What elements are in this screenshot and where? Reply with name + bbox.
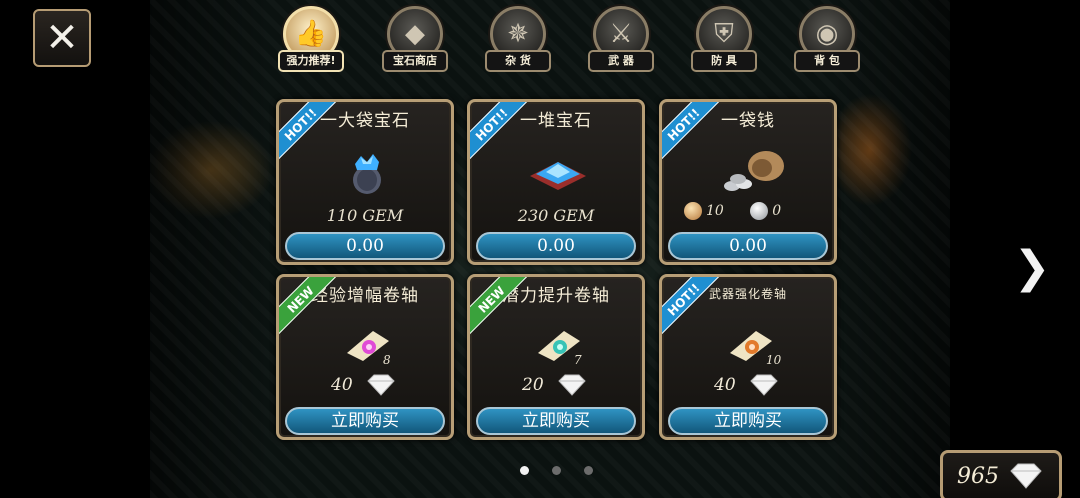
gold-coin-icon: [684, 202, 702, 220]
chevron-right-icon: ❯: [1013, 242, 1051, 293]
tab-armor[interactable]: ⛨ 防 具: [691, 6, 757, 74]
silver-amount: 0: [772, 203, 782, 219]
thumbs-up-icon: 👍: [294, 19, 328, 49]
sword-icon: ⚔: [609, 19, 633, 49]
page-indicator: [520, 466, 600, 478]
price-button[interactable]: 0.00: [285, 232, 445, 260]
shop-card-gem-bag[interactable]: 一大袋宝石 HOT!! 110 GEM 0.00: [276, 99, 454, 265]
gem-jar-icon: [353, 154, 381, 194]
gem-amount: 230 GEM: [517, 206, 595, 225]
item-quantity: 10: [766, 353, 782, 367]
tab-misc[interactable]: ✵ 杂 货: [485, 6, 551, 74]
close-button[interactable]: ✕: [33, 9, 91, 67]
tab-recommended[interactable]: 👍 强力推荐!: [278, 6, 344, 74]
shield-icon: ⛨: [714, 18, 734, 49]
diamond-icon: [367, 374, 395, 396]
tab-label: 防 具: [691, 50, 757, 72]
coin-row: 10 0: [684, 202, 814, 224]
tab-gem-shop[interactable]: ◆ 宝石商店: [382, 6, 448, 74]
buy-now-button[interactable]: 立即购买: [476, 407, 636, 435]
shop-card-money-bag[interactable]: 一袋钱 HOT!! 10 0 0.00: [659, 99, 837, 265]
price-button[interactable]: 0.00: [668, 232, 828, 260]
gem-price-value: 40: [714, 375, 736, 395]
gem-price-value: 20: [522, 375, 544, 395]
tab-label: 杂 货: [485, 50, 551, 72]
tab-weapons[interactable]: ⚔ 武 器: [588, 6, 654, 74]
diamond-icon: [750, 374, 778, 396]
buy-now-button[interactable]: 立即购买: [668, 407, 828, 435]
gem-amount: 110 GEM: [326, 206, 404, 225]
money-bag-icon: [724, 151, 784, 191]
diamond-icon: [558, 374, 586, 396]
compass-icon: ✵: [507, 19, 529, 49]
page-dot-1[interactable]: [520, 466, 529, 475]
gem-price: 40: [331, 373, 396, 401]
item-quantity: 8: [383, 353, 391, 367]
category-tabs: 👍 强力推荐! ◆ 宝石商店 ✵ 杂 货 ⚔ 武 器 ⛨ 防 具 ◉ 背 包: [278, 6, 868, 76]
shop-card-exp-scroll[interactable]: 经验增幅卷轴 NEW 8 40 立即购买: [276, 274, 454, 440]
silver-coin-icon: [750, 202, 769, 220]
item-quantity: 7: [574, 353, 582, 367]
tab-label: 背 包: [794, 50, 860, 72]
tab-label: 宝石商店: [382, 50, 448, 72]
gem-balance: 965: [940, 450, 1062, 498]
gem-balance-value: 965: [957, 463, 999, 489]
page-dot-3[interactable]: [584, 466, 593, 475]
gem-pile-icon: [530, 162, 586, 190]
bag-icon: ◉: [815, 19, 839, 49]
shop-card-weapon-scroll[interactable]: 武器强化卷轴 HOT!! 10 40 立即购买: [659, 274, 837, 440]
hot-badge: HOT!!: [662, 277, 722, 338]
tab-label: 武 器: [588, 50, 654, 72]
tab-backpack[interactable]: ◉ 背 包: [794, 6, 860, 74]
tab-label: 强力推荐!: [278, 50, 344, 72]
page-dot-2[interactable]: [552, 466, 561, 475]
close-icon: ✕: [45, 15, 79, 61]
gem-price: 20: [522, 373, 587, 401]
buy-now-button[interactable]: 立即购买: [285, 407, 445, 435]
gem-price: 40: [714, 373, 779, 401]
shop-card-potential-scroll[interactable]: 潜力提升卷轴 NEW 7 20 立即购买: [467, 274, 645, 440]
price-button[interactable]: 0.00: [476, 232, 636, 260]
next-page-button[interactable]: ❯: [1012, 244, 1052, 292]
gem-icon: ◆: [405, 19, 425, 49]
diamond-icon: [1010, 463, 1042, 489]
gem-price-value: 40: [331, 375, 353, 395]
gold-amount: 10: [706, 203, 724, 219]
shop-card-gem-pile[interactable]: 一堆宝石 HOT!! 230 GEM 0.00: [467, 99, 645, 265]
